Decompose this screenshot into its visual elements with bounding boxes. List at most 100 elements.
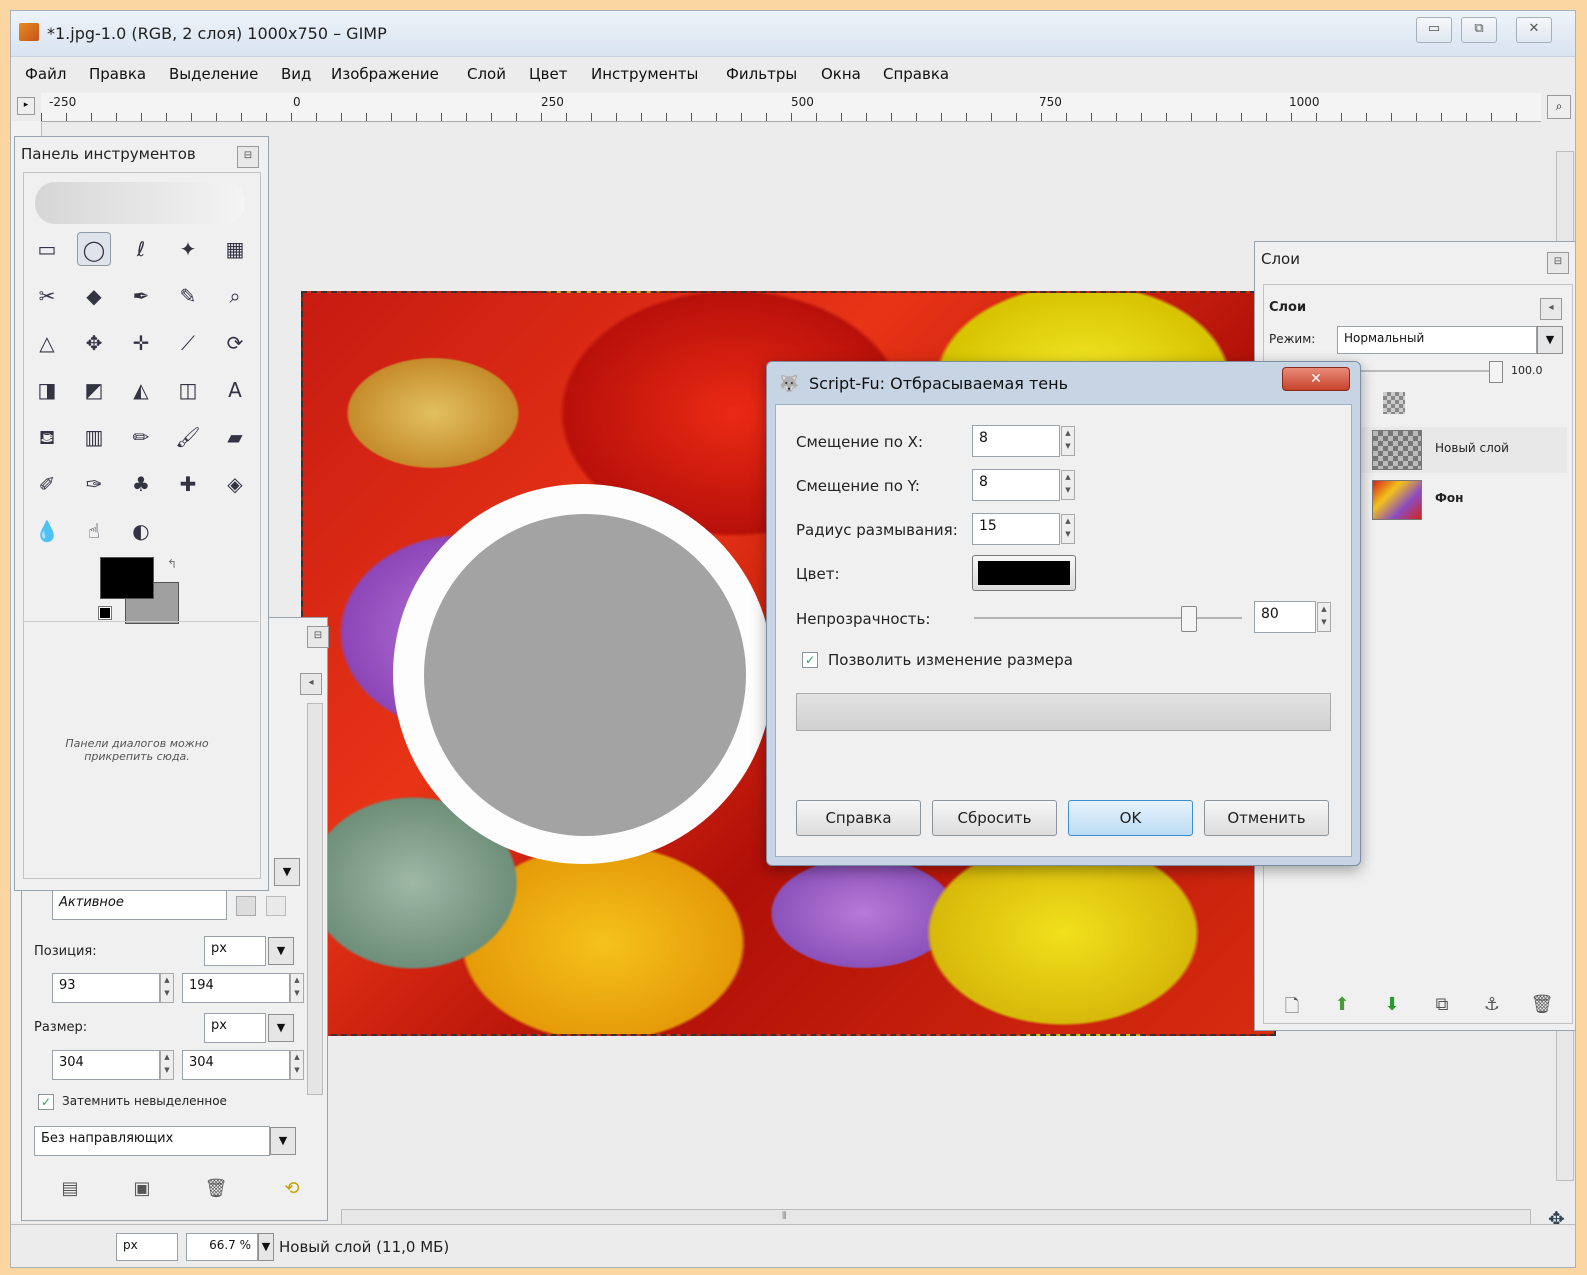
guides-dropdown-button[interactable]: ▼ (270, 1127, 296, 1155)
layer-opacity-handle[interactable] (1489, 361, 1503, 383)
allow-resize-checkbox[interactable]: ✓ (802, 652, 818, 668)
color-select-icon[interactable]: ▦ (218, 232, 252, 266)
offset-y-spinner[interactable]: ▲ ▼ (1061, 470, 1075, 500)
menu-tools[interactable]: Инструменты (591, 65, 698, 83)
chain-icon[interactable] (236, 896, 256, 916)
paintbrush-icon[interactable]: 🖌 (171, 420, 205, 454)
help-button[interactable]: Справка (796, 800, 921, 836)
ink-icon[interactable]: ✑ (77, 467, 111, 501)
quick-mask-toggle[interactable]: ▸ (17, 97, 35, 115)
move-icon[interactable]: ✥ (77, 326, 111, 360)
zoom-dropdown-button[interactable]: ▼ (258, 1233, 274, 1261)
color-picker-icon[interactable]: ✎ (171, 279, 205, 313)
lower-layer-icon[interactable]: ⬇ (1380, 994, 1404, 1015)
layers-tab-menu-icon[interactable]: ◂ (1540, 298, 1562, 320)
layers-tab-label[interactable]: Слои (1269, 300, 1306, 315)
toolbox-menu-icon[interactable]: ⊟ (237, 146, 259, 168)
text-icon[interactable]: A (218, 373, 252, 407)
dodge-burn-icon[interactable]: ◐ (124, 514, 158, 548)
opacity-input[interactable]: 80 (1254, 601, 1316, 633)
offset-x-input[interactable]: 8 (972, 425, 1060, 457)
menu-filters[interactable]: Фильтры (726, 65, 797, 83)
ellipse-select-icon[interactable]: ◯ (77, 232, 111, 266)
bucket-fill-icon[interactable]: ⛾ (30, 420, 64, 454)
opacity-slider-track[interactable] (974, 617, 1242, 619)
layer-mode-dropdown[interactable]: ▼ (1537, 326, 1563, 354)
layer-opacity-track[interactable] (1345, 370, 1495, 372)
position-x-spinner[interactable]: ▲ ▼ (160, 973, 174, 1003)
size-height-spinner[interactable]: ▲ ▼ (290, 1050, 304, 1080)
perspective-clone-icon[interactable]: ◈ (218, 467, 252, 501)
size-unit-field[interactable]: px (204, 1013, 266, 1043)
maximize-button[interactable]: ⧉ (1461, 17, 1497, 43)
menu-windows[interactable]: Окна (821, 65, 861, 83)
menu-select[interactable]: Выделение (169, 65, 258, 83)
position-x-input[interactable]: 93 (52, 973, 160, 1003)
menu-colors[interactable]: Цвет (529, 65, 567, 83)
scale-icon[interactable]: ◨ (30, 373, 64, 407)
flip-icon[interactable]: ◫ (171, 373, 205, 407)
unit-combo[interactable]: px (116, 1233, 178, 1261)
menu-file[interactable]: Файл (25, 65, 66, 83)
restore-preset-icon[interactable]: ▣ (130, 1178, 154, 1199)
shear-icon[interactable]: ◩ (77, 373, 111, 407)
zoom-fit-icon[interactable]: ⌕ (1547, 95, 1571, 119)
default-colors-icon[interactable] (98, 606, 112, 620)
offset-y-input[interactable]: 8 (972, 469, 1060, 501)
perspective-icon[interactable]: ◭ (124, 373, 158, 407)
minimize-button[interactable]: ▭ (1416, 17, 1452, 43)
lock-alpha-icon[interactable] (1383, 392, 1405, 414)
blur-radius-spinner[interactable]: ▲ ▼ (1061, 514, 1075, 544)
reset-options-icon[interactable]: ⟲ (280, 1178, 304, 1199)
offset-x-spinner[interactable]: ▲ ▼ (1061, 426, 1075, 456)
panel-menu-icon[interactable]: ⊟ (307, 626, 329, 648)
delete-preset-icon[interactable]: 🗑 (204, 1178, 228, 1199)
cancel-button[interactable]: Отменить (1204, 800, 1329, 836)
configure-tab-icon[interactable]: ◂ (300, 673, 322, 695)
position-unit-dropdown[interactable]: ▼ (268, 937, 294, 965)
highlight-checkbox[interactable]: ✓ (38, 1094, 54, 1110)
eraser-icon[interactable]: ▰ (218, 420, 252, 454)
menu-view[interactable]: Вид (281, 65, 311, 83)
new-layer-icon[interactable]: 🗋 (1280, 994, 1304, 1024)
position-y-input[interactable]: 194 (182, 973, 290, 1003)
rotate-icon[interactable]: ⟳ (218, 326, 252, 360)
blur-radius-input[interactable]: 15 (972, 513, 1060, 545)
size-width-input[interactable]: 304 (52, 1050, 160, 1080)
guides-combo[interactable]: Без направляющих (34, 1126, 270, 1156)
close-button[interactable]: ✕ (1516, 17, 1552, 43)
delete-layer-icon[interactable]: 🗑 (1530, 994, 1554, 1015)
free-select-icon[interactable]: ℓ (124, 232, 158, 266)
position-y-spinner[interactable]: ▲ ▼ (290, 973, 304, 1003)
blend-icon[interactable]: ▥ (77, 420, 111, 454)
save-preset-icon[interactable]: ▤ (58, 1178, 82, 1199)
airbrush-icon[interactable]: ✐ (30, 467, 64, 501)
size-height-input[interactable]: 304 (182, 1050, 290, 1080)
layer-mode-combo[interactable]: Нормальный (1337, 326, 1537, 354)
opacity-slider-handle[interactable] (1181, 606, 1198, 632)
layer-opacity-value[interactable]: 100.0 (1511, 364, 1543, 377)
raise-layer-icon[interactable]: ⬆ (1330, 994, 1354, 1015)
zoom-combo[interactable]: 66.7 % (186, 1233, 258, 1261)
menu-help[interactable]: Справка (883, 65, 949, 83)
size-width-spinner[interactable]: ▲ ▼ (160, 1050, 174, 1080)
paths-icon[interactable]: ✒ (124, 279, 158, 313)
opacity-spinner[interactable]: ▲ ▼ (1317, 602, 1331, 632)
reset-button[interactable]: Сбросить (932, 800, 1057, 836)
selection-mode-field[interactable]: Активное (52, 890, 227, 920)
tool-options-scrollbar[interactable] (307, 703, 323, 1095)
rect-select-icon[interactable]: ▭ (30, 232, 64, 266)
unit-chain-icon[interactable] (266, 896, 286, 916)
mode-dropdown-button[interactable]: ▼ (274, 858, 300, 886)
anchor-layer-icon[interactable]: ⚓ (1480, 994, 1504, 1015)
fuzzy-select-icon[interactable]: ✦ (171, 232, 205, 266)
foreground-select-icon[interactable]: ◆ (77, 279, 111, 313)
swap-colors-icon[interactable]: ↰ (167, 557, 177, 571)
layer-row-new[interactable]: Новый слой (1347, 427, 1567, 473)
dialog-close-button[interactable]: ✕ (1282, 367, 1350, 391)
position-unit-field[interactable]: px (204, 936, 266, 966)
menu-layer[interactable]: Слой (467, 65, 506, 83)
layer-row-background[interactable]: Фон (1347, 477, 1567, 523)
heal-icon[interactable]: ✚ (171, 467, 205, 501)
menu-edit[interactable]: Правка (89, 65, 146, 83)
